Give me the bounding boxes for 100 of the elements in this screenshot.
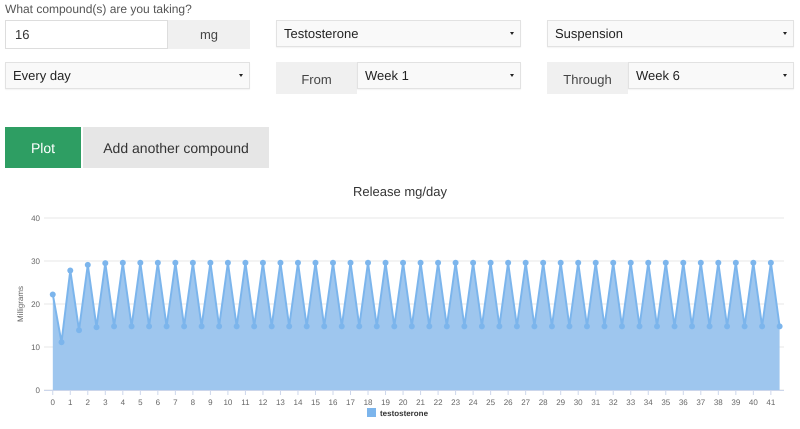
data-point <box>470 260 476 266</box>
dose-field[interactable]: 16 <box>5 20 168 49</box>
data-point <box>759 323 766 330</box>
x-tick-label: 35 <box>661 398 670 407</box>
data-point <box>304 323 310 330</box>
data-point <box>198 323 205 330</box>
legend-label[interactable]: testosterone <box>380 409 428 417</box>
x-tick-label: 30 <box>574 398 583 407</box>
x-tick-label: 16 <box>328 398 338 407</box>
data-point <box>321 323 328 330</box>
data-point <box>444 323 450 330</box>
data-point <box>496 323 502 330</box>
data-point <box>111 323 118 330</box>
data-point <box>164 323 170 330</box>
data-point <box>768 260 774 266</box>
x-tick-label: 4 <box>120 398 126 407</box>
data-point <box>575 260 582 266</box>
data-point <box>558 260 564 266</box>
data-point <box>400 260 406 266</box>
data-point <box>732 260 739 266</box>
data-point <box>531 323 538 330</box>
data-point <box>540 260 546 266</box>
data-point <box>742 323 748 330</box>
x-tick-label: 23 <box>451 398 460 407</box>
x-tick-label: 15 <box>311 398 320 407</box>
data-point <box>234 323 240 330</box>
x-tick-label: 39 <box>731 398 740 407</box>
y-tick-label: 40 <box>31 214 40 223</box>
data-point <box>610 260 616 266</box>
data-point <box>338 323 345 330</box>
data-point <box>548 323 555 330</box>
x-tick-label: 8 <box>190 398 196 407</box>
data-point <box>382 260 389 266</box>
data-point <box>224 260 231 266</box>
x-tick-label: 28 <box>538 398 548 407</box>
ester-select[interactable]: Suspension <box>547 20 794 47</box>
data-point <box>146 323 152 330</box>
x-tick-label: 1 <box>68 398 72 407</box>
x-tick-label: 29 <box>556 398 566 407</box>
x-tick-label: 36 <box>678 398 688 407</box>
data-point <box>418 260 424 266</box>
frequency-select[interactable]: Every day <box>5 62 250 89</box>
data-point <box>488 260 494 266</box>
x-tick-label: 27 <box>521 398 530 407</box>
x-tick-label: 12 <box>258 398 268 407</box>
data-point <box>154 260 161 266</box>
x-tick-label: 37 <box>696 398 706 407</box>
data-point <box>102 260 108 266</box>
x-tick-label: 20 <box>398 398 408 407</box>
x-tick-label: 13 <box>276 398 285 407</box>
data-point <box>514 323 520 330</box>
legend-swatch <box>367 408 376 417</box>
data-point <box>137 260 144 266</box>
data-point <box>348 260 354 266</box>
compound-select[interactable]: Testosterone <box>276 20 521 47</box>
caret-icon <box>510 32 514 35</box>
y-tick-label: 10 <box>31 343 40 352</box>
data-point <box>601 323 608 330</box>
data-point <box>672 323 678 330</box>
x-tick-label: 22 <box>434 398 443 407</box>
x-tick-label: 10 <box>223 398 232 407</box>
data-point <box>478 323 485 330</box>
x-tick-label: 18 <box>364 398 372 407</box>
data-point <box>294 260 301 266</box>
x-tick-label: 33 <box>626 398 636 407</box>
data-point <box>461 323 468 330</box>
data-point <box>776 323 783 330</box>
x-tick-label: 21 <box>416 398 426 407</box>
data-point <box>312 260 318 266</box>
x-tick-label: 34 <box>644 398 653 407</box>
data-point <box>505 260 512 266</box>
add-compound-button[interactable]: Add another compound <box>83 127 269 168</box>
x-tick-label: 40 <box>748 398 758 407</box>
y-axis-title: Milligrams <box>16 286 25 322</box>
data-point <box>277 260 284 266</box>
start-week-select[interactable]: Week 1 <box>357 62 521 89</box>
data-point <box>94 324 100 330</box>
data-point <box>636 323 642 330</box>
data-point <box>251 323 258 330</box>
end-week-select[interactable]: Week 6 <box>628 62 794 89</box>
x-tick-label: 17 <box>346 398 355 407</box>
data-point <box>452 260 459 266</box>
data-point <box>628 260 634 266</box>
x-tick-label: 38 <box>714 398 723 407</box>
unit-label: mg <box>168 20 250 49</box>
data-point <box>522 260 529 266</box>
data-point <box>662 260 669 266</box>
x-tick-label: 31 <box>591 398 600 407</box>
x-tick-label: 7 <box>173 398 178 407</box>
caret-icon <box>783 32 787 35</box>
data-point <box>67 267 74 274</box>
y-tick-label: 30 <box>31 257 40 266</box>
y-tick-label: 20 <box>31 300 40 309</box>
x-tick-label: 0 <box>50 398 55 407</box>
data-point <box>706 323 713 330</box>
data-point <box>120 260 126 266</box>
data-point <box>181 323 188 330</box>
data-point <box>356 323 362 330</box>
data-point <box>566 323 572 330</box>
data-point <box>260 260 266 266</box>
